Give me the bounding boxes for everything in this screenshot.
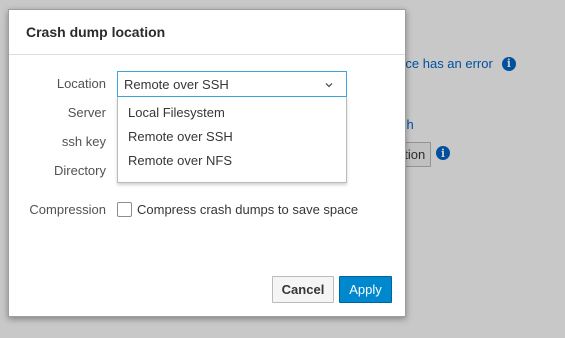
location-label: Location — [56, 76, 106, 91]
cancel-button[interactable]: Cancel — [272, 276, 334, 303]
location-dropdown-menu: Local Filesystem Remote over SSH Remote … — [117, 97, 347, 183]
location-select-value: Remote over SSH — [124, 76, 229, 92]
chevron-down-icon — [324, 78, 334, 93]
compression-checkbox-label[interactable]: Compress crash dumps to save space — [137, 202, 358, 217]
dialog-title: Crash dump location — [26, 24, 166, 40]
directory-label: Directory — [53, 163, 106, 178]
location-option-remote-ssh[interactable]: Remote over SSH — [118, 125, 346, 149]
ssh-key-label: ssh key — [61, 134, 106, 149]
compression-label: Compression — [29, 202, 106, 217]
compression-checkbox[interactable] — [117, 202, 132, 217]
crash-dump-location-dialog: Crash dump location Location Server ssh … — [8, 9, 406, 317]
location-select[interactable]: Remote over SSH — [117, 71, 347, 97]
dialog-header: Crash dump location — [9, 10, 405, 55]
location-option-remote-nfs[interactable]: Remote over NFS — [118, 149, 346, 173]
location-option-local-filesystem[interactable]: Local Filesystem — [118, 101, 346, 125]
server-label: Server — [67, 105, 106, 120]
apply-button[interactable]: Apply — [339, 276, 392, 303]
compression-checkbox-row[interactable]: Compress crash dumps to save space — [117, 202, 358, 217]
